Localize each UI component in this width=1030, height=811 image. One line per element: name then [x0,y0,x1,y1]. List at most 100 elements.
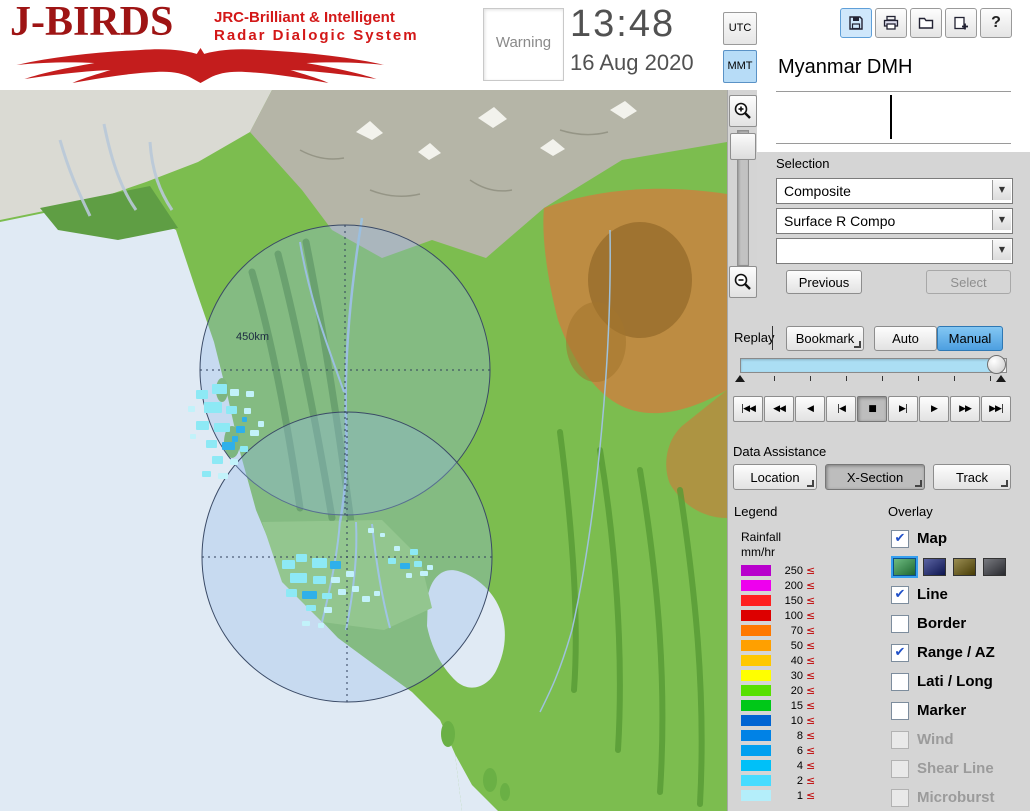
legend-row: 30 ≤ [741,668,815,683]
legend-title-line1: Rainfall [741,530,782,544]
marker-checkbox[interactable] [891,701,909,720]
lte-symbol: ≤ [806,774,816,787]
help-button[interactable]: ? [980,8,1012,38]
overlay-item-border[interactable]: Border [891,609,1030,638]
lte-symbol: ≤ [806,789,816,802]
map-style-swatch-2[interactable] [953,557,976,576]
map-checkbox[interactable]: ✔ [891,529,909,548]
legend-row: 1 ≤ [741,788,815,803]
x-section-button[interactable]: X-Section [825,464,925,490]
transport-controls: |◀◀ ◀◀ ◀ |◀ ■ ▶| ▶ ▶▶ ▶▶| [733,396,1011,422]
timeline-tick [774,376,775,381]
map-style-swatch-0[interactable] [891,555,918,578]
product-dropdown[interactable]: Surface R Compo ▼ [776,208,1013,234]
legend-row: 10 ≤ [741,713,815,728]
overlay-item-lati-long[interactable]: Lati / Long [891,667,1030,696]
overlay-item-wind: Wind [891,725,1030,754]
step-forward-button[interactable]: ▶| [888,396,918,422]
legend-color-swatch [741,595,771,606]
legend-value: 250 [784,564,803,577]
text-cursor [890,95,892,139]
overlay-item-label: Lati / Long [917,673,993,690]
overlay-item-line[interactable]: ✔ Line [891,580,1030,609]
play-button[interactable]: ▶ [919,396,949,422]
data-assistance-label: Data Assistance [733,444,827,459]
clock-time: 13:48 [570,3,676,45]
lati-long-checkbox[interactable] [891,672,909,691]
manual-mode-button[interactable]: Manual [937,326,1003,351]
mmt-toggle-button[interactable]: MMT [723,50,757,83]
save-button[interactable] [840,8,872,38]
clock-date: 16 Aug 2020 [570,50,694,75]
timeline-slider-thumb[interactable] [987,355,1006,374]
skip-start-button[interactable]: |◀◀ [733,396,763,422]
fast-forward-button[interactable]: ▶▶ [950,396,980,422]
legend-color-swatch [741,580,771,591]
legend-value: 150 [784,594,803,607]
legend-color-swatch [741,775,771,786]
radar-map[interactable]: 450km [0,90,727,811]
option-dropdown[interactable]: ▼ [776,238,1013,264]
fast-rewind-button[interactable]: ◀◀ [764,396,794,422]
legend-row: 8 ≤ [741,728,815,743]
lte-symbol: ≤ [806,654,816,667]
step-back-button[interactable]: |◀ [826,396,856,422]
overlay-item-marker[interactable]: Marker [891,696,1030,725]
lte-symbol: ≤ [806,744,816,757]
utc-toggle-button[interactable]: UTC [723,12,757,45]
dropdown-value: Surface R Compo [784,213,896,229]
jbirds-application: J-BIRDS JRC-Brilliant & Intelligent Rada… [0,0,1030,811]
zoom-in-button[interactable] [729,95,757,127]
legend-color-swatch [741,745,771,756]
map-style-swatch-1[interactable] [923,557,946,576]
warning-status-box: Warning [483,8,564,81]
overlay-item-label: Shear Line [917,760,994,777]
location-button[interactable]: Location [733,464,817,490]
auto-mode-button[interactable]: Auto [874,326,937,351]
zoom-out-icon [734,273,751,290]
overlay-item-map[interactable]: ✔ Map [891,524,1030,553]
legend-row: 150 ≤ [741,593,815,608]
legend-value: 40 [790,654,803,667]
previous-button[interactable]: Previous [786,270,862,294]
line-checkbox[interactable]: ✔ [891,585,909,604]
chevron-down-icon[interactable]: ▼ [992,180,1011,200]
range-az-checkbox[interactable]: ✔ [891,643,909,662]
overlay-item-range-az[interactable]: ✔ Range / AZ [891,638,1030,667]
add-image-button[interactable] [945,8,977,38]
legend-color-swatch [741,625,771,636]
legend-color-swatch [741,760,771,771]
legend-value: 2 [796,774,803,787]
stop-button[interactable]: ■ [857,396,887,422]
map-style-swatch-3[interactable] [983,557,1006,576]
legend-color-swatch [741,685,771,696]
legend-row: 70 ≤ [741,623,815,638]
app-logo-title: J-BIRDS [10,0,174,45]
composite-dropdown[interactable]: Composite ▼ [776,178,1013,204]
chevron-down-icon[interactable]: ▼ [992,210,1011,230]
legend-row: 200 ≤ [741,578,815,593]
chevron-down-icon[interactable]: ▼ [992,240,1011,260]
zoom-slider-thumb[interactable] [730,133,756,160]
skip-end-button[interactable]: ▶▶| [981,396,1011,422]
play-reverse-button[interactable]: ◀ [795,396,825,422]
open-folder-button[interactable] [910,8,942,38]
lte-symbol: ≤ [806,729,816,742]
track-button[interactable]: Track [933,464,1011,490]
overlay-item-label: Line [917,586,948,603]
warning-label: Warning [495,34,552,51]
zoom-out-button[interactable] [729,266,757,298]
legend-value: 6 [796,744,803,757]
station-text-field[interactable] [776,91,1011,144]
legend-value: 15 [790,699,803,712]
lte-symbol: ≤ [806,699,816,712]
print-button[interactable] [875,8,907,38]
bookmark-button[interactable]: Bookmark [786,326,864,351]
border-checkbox[interactable] [891,614,909,633]
timeline-slider-track[interactable] [740,358,1007,373]
lte-symbol: ≤ [806,594,816,607]
zoom-in-icon [734,102,751,119]
legend-value: 20 [790,684,803,697]
legend-row: 250 ≤ [741,563,815,578]
overlay-item-shear-line: Shear Line [891,754,1030,783]
